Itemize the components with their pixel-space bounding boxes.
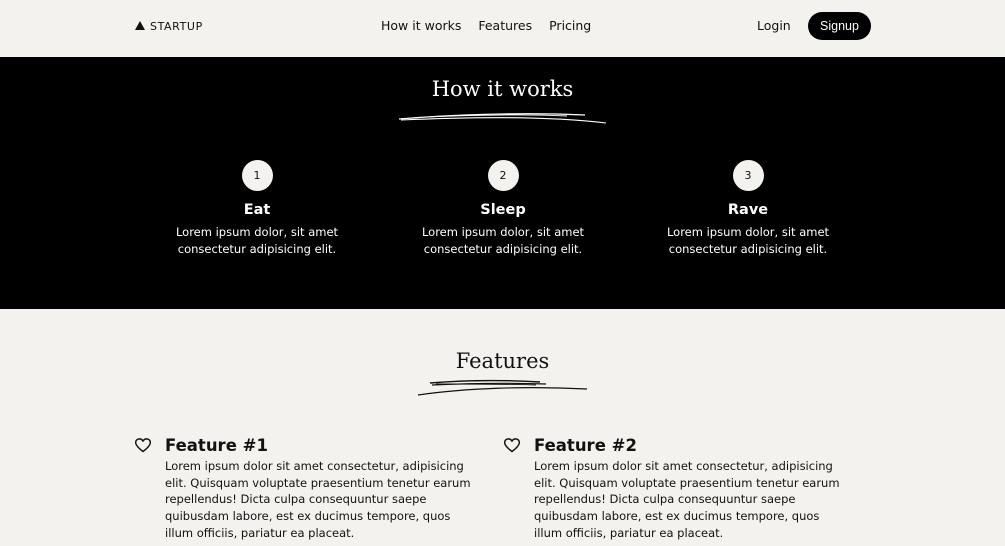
- triangle-logo-icon: [135, 21, 145, 30]
- step-description: Lorem ipsum dolor, sit amet consectetur …: [421, 225, 585, 256]
- feature-description: Lorem ipsum dolor sit amet consectetur, …: [534, 459, 840, 540]
- step-number-badge: 3: [732, 160, 764, 191]
- top-nav: STARTUP How it works Features Pricing Lo…: [0, 0, 1005, 57]
- login-link[interactable]: Login: [757, 18, 791, 33]
- feature-description: Lorem ipsum dolor sit amet consectetur, …: [165, 459, 471, 540]
- how-it-works-section: How it works 1 Eat Lorem ipsum dolor, si…: [0, 57, 1005, 309]
- step-title: Rave: [727, 202, 769, 218]
- scribble-underline-icon: [417, 379, 588, 396]
- features-title: Features: [455, 349, 550, 373]
- heart-icon: [504, 438, 520, 453]
- nav-link-pricing[interactable]: Pricing: [549, 18, 591, 33]
- brand-name: STARTUP: [150, 19, 203, 33]
- nav-link-features[interactable]: Features: [478, 18, 532, 33]
- step-3: 3 Rave Lorem ipsum dolor, sit amet conse…: [653, 160, 843, 258]
- how-it-works-title: How it works: [431, 77, 574, 101]
- nav-links: How it works Features Pricing: [381, 18, 591, 33]
- feature-title: Feature #2: [534, 436, 637, 455]
- brand-logo[interactable]: STARTUP: [135, 18, 203, 34]
- step-title: Eat: [243, 202, 271, 218]
- nav-link-how-it-works[interactable]: How it works: [381, 18, 461, 33]
- step-2: 2 Sleep Lorem ipsum dolor, sit amet cons…: [408, 160, 598, 258]
- scribble-underline-icon: [398, 113, 607, 124]
- feature-title: Feature #1: [165, 436, 268, 455]
- step-number-badge: 2: [487, 160, 519, 191]
- step-title: Sleep: [480, 202, 526, 218]
- signup-button[interactable]: Signup: [808, 12, 871, 40]
- step-description: Lorem ipsum dolor, sit amet consectetur …: [666, 225, 830, 256]
- step-number-badge: 1: [241, 160, 273, 191]
- step-1: 1 Eat Lorem ipsum dolor, sit amet consec…: [162, 160, 352, 258]
- step-description: Lorem ipsum dolor, sit amet consectetur …: [175, 225, 339, 256]
- heart-icon: [135, 438, 151, 453]
